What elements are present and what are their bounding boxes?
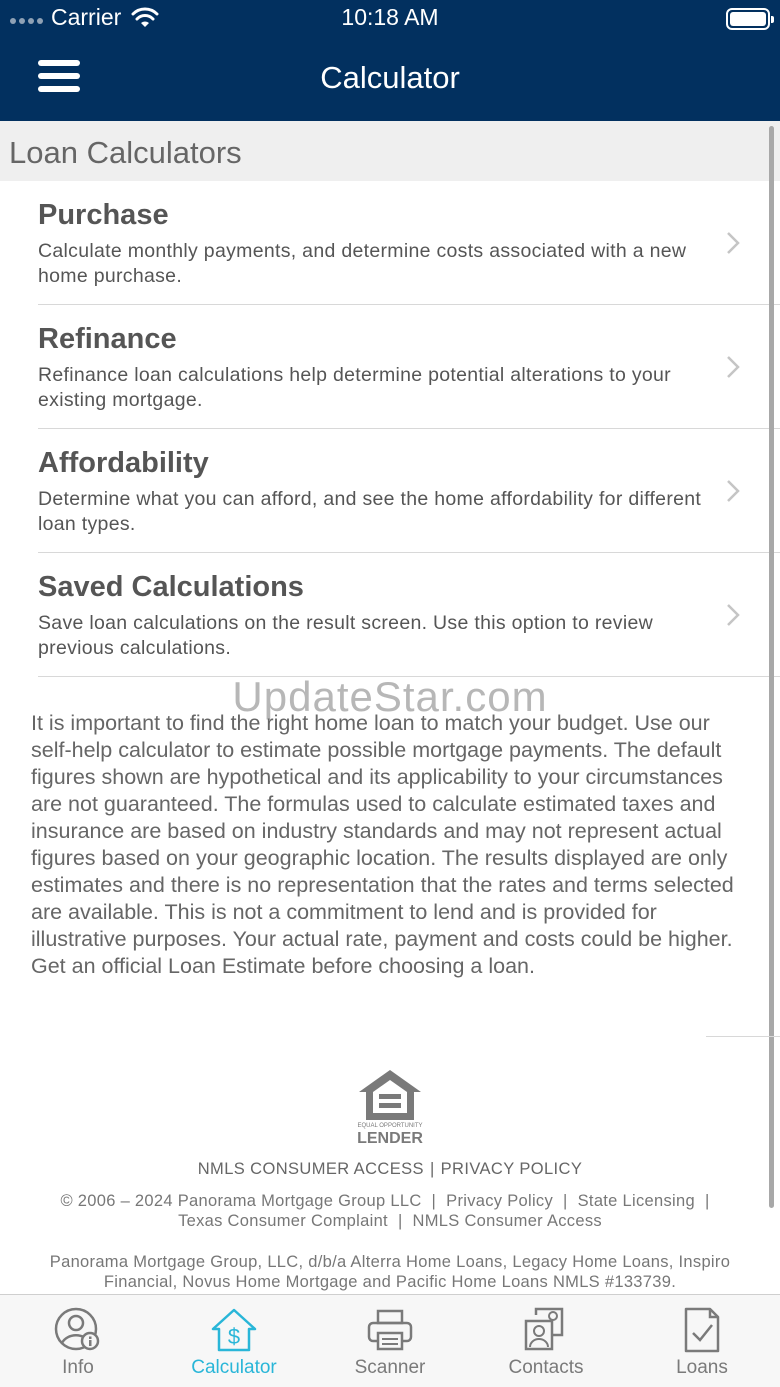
house-dollar-icon: $ [211, 1308, 257, 1352]
copyright-block: © 2006 – 2024 Panorama Mortgage Group LL… [20, 1191, 760, 1231]
tab-label: Contacts [508, 1357, 584, 1378]
separator: | [431, 1192, 437, 1210]
tab-label: Scanner [354, 1357, 426, 1378]
list-item-description: Save loan calculations on the result scr… [38, 612, 653, 659]
list-item-description: Refinance loan calculations help determi… [38, 364, 671, 411]
privacy-policy-small-link[interactable]: Privacy Policy [446, 1192, 553, 1210]
list-item-title: Purchase [38, 199, 169, 231]
logo-lender-text: LENDER [357, 1130, 423, 1146]
separator: | [429, 1160, 435, 1178]
texas-consumer-complaint-link[interactable]: Texas Consumer Complaint [178, 1212, 388, 1230]
clock: 10:18 AM [341, 4, 439, 30]
battery-icon [726, 8, 774, 30]
list-item-description: Calculate monthly payments, and determin… [38, 240, 687, 287]
scrollbar[interactable] [769, 126, 774, 1208]
list-item-description: Determine what you can afford, and see t… [38, 488, 702, 535]
tab-scanner[interactable]: Scanner [312, 1295, 468, 1387]
section-header-title: Loan Calculators [9, 135, 242, 170]
tab-label: Info [62, 1357, 94, 1378]
nmls-consumer-access-link[interactable]: NMLS CONSUMER ACCESS [198, 1160, 424, 1178]
list-item-purchase[interactable]: Purchase Calculate monthly payments, and… [0, 181, 780, 305]
page-title: Calculator [320, 60, 460, 95]
logo-caption: EQUAL OPPORTUNITY [357, 1123, 422, 1129]
section-header: Loan Calculators [0, 121, 780, 181]
list-item-saved-calculations[interactable]: Saved Calculations Save loan calculation… [0, 553, 780, 677]
legal-text: Panorama Mortgage Group, LLC, d/b/a Alte… [49, 1253, 731, 1291]
tab-info[interactable]: Info [0, 1295, 156, 1387]
nmls-consumer-access-small-link[interactable]: NMLS Consumer Access [413, 1212, 602, 1230]
disclaimer-text: It is important to find the right home l… [31, 711, 734, 978]
tab-loans[interactable]: Loans [624, 1295, 780, 1387]
calculator-list: Purchase Calculate monthly payments, and… [0, 181, 780, 677]
list-item-title: Affordability [38, 447, 209, 479]
separator: | [563, 1192, 568, 1210]
status-bar: Carrier 10:18 AM [0, 0, 780, 38]
tab-contacts[interactable]: Contacts [468, 1295, 624, 1387]
tab-bar: Info $ Calculator Scanner Contacts Loans [0, 1294, 780, 1387]
document-check-icon [684, 1307, 720, 1353]
chevron-right-icon [727, 480, 740, 502]
chevron-right-icon [727, 356, 740, 378]
divider [706, 1036, 780, 1037]
copyright-text: © 2006 – 2024 Panorama Mortgage Group LL… [60, 1192, 422, 1210]
list-item-refinance[interactable]: Refinance Refinance loan calculations he… [0, 305, 780, 429]
navigation-bar: Calculator [0, 38, 780, 121]
user-info-icon [54, 1307, 100, 1351]
footer-links: NMLS CONSUMER ACCESS | PRIVACY POLICY [0, 1160, 780, 1179]
separator: | [704, 1192, 710, 1210]
privacy-policy-link[interactable]: PRIVACY POLICY [441, 1160, 583, 1178]
equal-housing-lender-logo: EQUAL OPPORTUNITY LENDER [357, 1070, 423, 1146]
chevron-right-icon [727, 232, 740, 254]
svg-text:$: $ [228, 1324, 240, 1349]
list-item-title: Saved Calculations [38, 571, 304, 603]
separator: | [397, 1212, 403, 1230]
tab-label: Loans [676, 1357, 728, 1378]
chevron-right-icon [727, 604, 740, 626]
printer-icon [367, 1309, 413, 1351]
list-item-affordability[interactable]: Affordability Determine what you can aff… [0, 429, 780, 553]
list-item-title: Refinance [38, 323, 177, 355]
tab-calculator[interactable]: $ Calculator [156, 1295, 312, 1387]
contacts-icon [524, 1307, 564, 1351]
tab-label: Calculator [191, 1357, 277, 1378]
state-licensing-link[interactable]: State Licensing [578, 1192, 695, 1210]
